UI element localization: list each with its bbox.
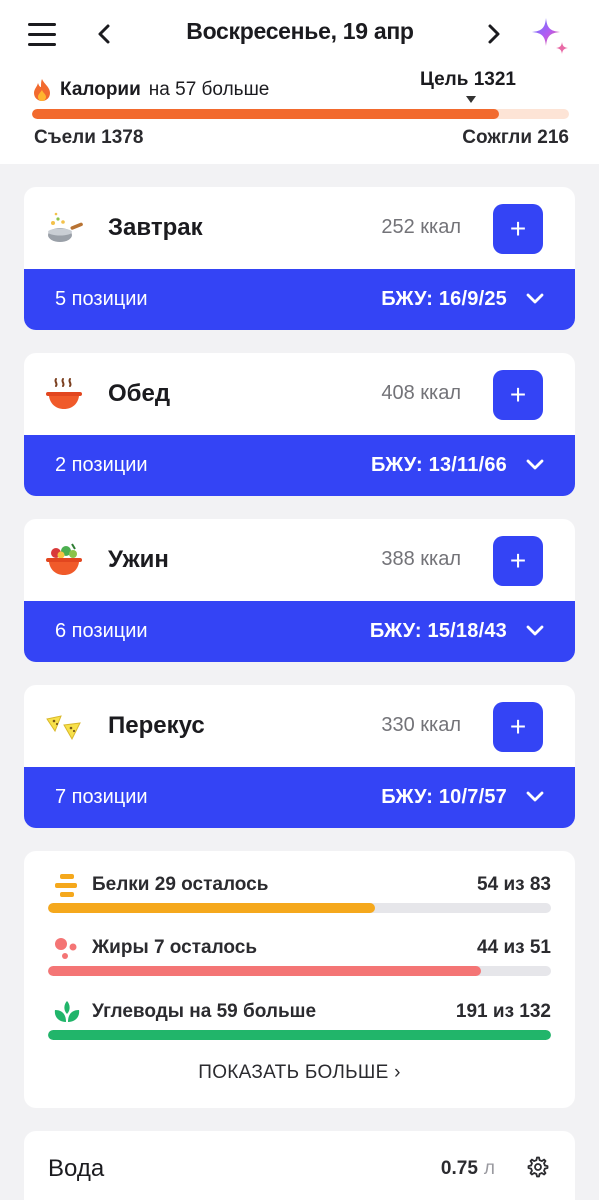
calories-label: Калории xyxy=(60,79,141,100)
soup-bowl-icon xyxy=(44,375,84,415)
date-title[interactable]: Воскресенье, 19 апр xyxy=(130,18,470,45)
macros-card: Белки 29 осталось 54 из 83 Жиры 7 остало… xyxy=(24,851,575,1108)
macro-progress-bar xyxy=(48,1030,551,1040)
calories-goal: Цель 1321 xyxy=(420,69,516,90)
meal-name: Завтрак xyxy=(108,214,203,241)
salad-bowl-icon xyxy=(44,541,84,581)
add-dinner-button[interactable]: + xyxy=(493,536,543,586)
calories-progress-fill xyxy=(32,109,500,119)
meal-card-snack: Перекус 330 ккал + 7 позиции БЖУ: 10/7/5… xyxy=(24,685,575,828)
calories-status: Калории на 57 больше xyxy=(32,78,269,102)
meal-items-count: 5 позиции xyxy=(55,288,148,310)
add-snack-button[interactable]: + xyxy=(493,702,543,752)
meal-kcal: 252 ккал xyxy=(381,216,461,238)
macro-value: 54 из 83 xyxy=(477,874,551,895)
macro-progress-fill xyxy=(48,903,375,913)
meal-card-breakfast: Завтрак 252 ккал + 5 позиции БЖУ: 16/9/2… xyxy=(24,187,575,330)
macro-label: Углеводы на 59 больше xyxy=(92,1001,317,1022)
add-breakfast-button[interactable]: + xyxy=(493,204,543,254)
meal-card-lunch: Обед 408 ккал + 2 позиции БЖУ: 13/11/66 xyxy=(24,353,575,496)
meal-name: Перекус xyxy=(108,712,205,739)
macro-progress-fill xyxy=(48,1030,551,1040)
macro-value: 44 из 51 xyxy=(477,937,551,958)
top-summary: Воскресенье, 19 апр Калории на 57 больше… xyxy=(0,0,599,164)
meal-name: Обед xyxy=(108,380,171,407)
meal-items-count: 7 позиции xyxy=(55,786,148,808)
calories-burned: Сожгли 216 xyxy=(462,127,569,148)
chevron-down-icon[interactable] xyxy=(525,789,545,805)
calories-eaten: Съели 1378 xyxy=(34,127,144,148)
chevron-down-icon[interactable] xyxy=(525,291,545,307)
hamburger-menu-icon[interactable] xyxy=(24,16,60,52)
meal-items-count: 2 позиции xyxy=(55,454,148,476)
meal-kcal: 408 ккал xyxy=(381,382,461,404)
chevron-right-icon[interactable] xyxy=(478,18,510,50)
wok-pan-icon xyxy=(44,209,84,249)
water-value: 0.75 xyxy=(440,1158,478,1179)
meal-bju: БЖУ: 13/11/66 xyxy=(371,454,507,476)
meal-summary-snack[interactable]: 7 позиции БЖУ: 10/7/57 xyxy=(24,767,575,828)
meal-kcal: 330 ккал xyxy=(381,714,461,736)
meal-items-count: 6 позиции xyxy=(55,620,148,642)
fat-drops-icon xyxy=(52,936,82,962)
water-card: Вода 0.75 л xyxy=(24,1131,575,1200)
fire-icon xyxy=(34,79,50,101)
meal-card-dinner: Ужин 388 ккал + 6 позиции БЖУ: 15/18/43 xyxy=(24,519,575,662)
macro-value: 191 из 132 xyxy=(455,1001,551,1022)
macro-progress-fill xyxy=(48,966,481,976)
calories-diff: на 57 больше xyxy=(148,79,270,100)
water-amount: 0.75 л xyxy=(441,1158,495,1180)
calories-progress-bar xyxy=(32,109,569,119)
water-title: Вода xyxy=(48,1155,105,1182)
meal-bju: БЖУ: 15/18/43 xyxy=(369,620,507,642)
protein-bars-icon xyxy=(52,873,82,899)
meal-summary-dinner[interactable]: 6 позиции БЖУ: 15/18/43 xyxy=(24,601,575,662)
chevron-left-icon[interactable] xyxy=(88,18,120,50)
water-unit: л xyxy=(483,1158,495,1179)
macro-progress-bar xyxy=(48,903,551,913)
sparkle-icon[interactable] xyxy=(528,14,572,58)
meal-summary-lunch[interactable]: 2 позиции БЖУ: 13/11/66 xyxy=(24,435,575,496)
macro-progress-bar xyxy=(48,966,551,976)
sprout-icon xyxy=(52,1000,82,1026)
macro-label: Жиры 7 осталось xyxy=(92,937,258,958)
gear-icon[interactable] xyxy=(525,1155,549,1179)
meal-bju: БЖУ: 10/7/57 xyxy=(381,786,507,808)
nachos-icon xyxy=(44,707,84,747)
meal-summary-breakfast[interactable]: 5 позиции БЖУ: 16/9/25 xyxy=(24,269,575,330)
goal-marker xyxy=(466,96,476,103)
chevron-down-icon[interactable] xyxy=(525,623,545,639)
add-lunch-button[interactable]: + xyxy=(493,370,543,420)
chevron-down-icon[interactable] xyxy=(525,457,545,473)
meal-kcal: 388 ккал xyxy=(381,548,461,570)
meal-bju: БЖУ: 16/9/25 xyxy=(381,288,507,310)
meal-name: Ужин xyxy=(108,546,169,573)
show-more-button[interactable]: ПОКАЗАТЬ БОЛЬШЕ › xyxy=(24,1062,575,1084)
macro-label: Белки 29 осталось xyxy=(92,874,269,895)
